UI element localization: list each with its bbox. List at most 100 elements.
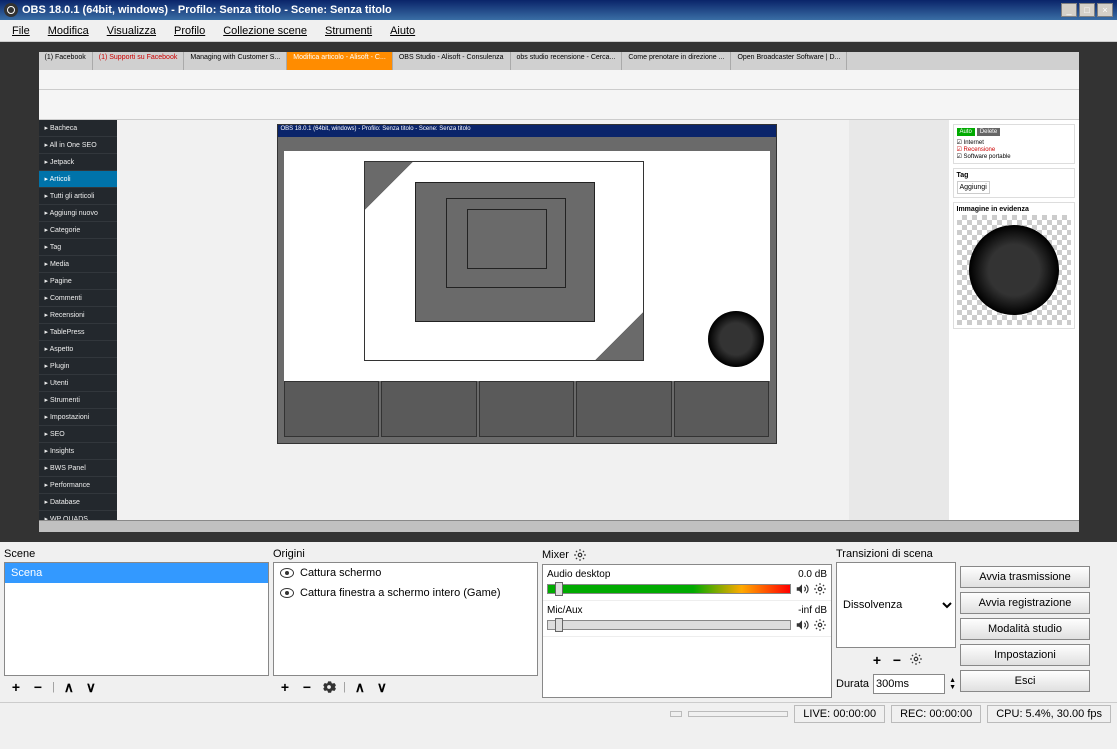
wp-sidebar-item: ▸ Articoli: [39, 171, 117, 188]
sources-panel: Origini Cattura schermo Cattura finestra…: [273, 546, 538, 698]
menu-tools[interactable]: Strumenti: [317, 23, 380, 39]
menu-view[interactable]: Visualizza: [99, 23, 164, 39]
visibility-icon[interactable]: [280, 588, 294, 598]
scene-down-button[interactable]: ∨: [83, 679, 99, 695]
gear-icon[interactable]: [813, 618, 827, 632]
transitions-panel: Transizioni di scena Dissolvenza + − Dur…: [836, 546, 956, 698]
menu-help[interactable]: Aiuto: [382, 23, 423, 39]
source-label: Cattura schermo: [300, 567, 381, 579]
channel-name: Audio desktop: [547, 569, 610, 580]
source-label: Cattura finestra a schermo intero (Game): [300, 587, 501, 599]
wp-sidebar-item: ▸ Database: [39, 494, 117, 511]
add-scene-button[interactable]: +: [8, 679, 24, 695]
source-settings-button[interactable]: [321, 679, 337, 695]
wp-sidebar-item: ▸ Utenti: [39, 375, 117, 392]
wp-sidebar-item: ▸ TablePress: [39, 324, 117, 341]
wp-sidebar-item: ▸ Strumenti: [39, 392, 117, 409]
scenes-panel: Scene Scena + − | ∧ ∨: [4, 546, 269, 698]
start-recording-button[interactable]: Avvia registrazione: [960, 592, 1090, 614]
source-up-button[interactable]: ∧: [352, 679, 368, 695]
wp-sidebar-item: ▸ Bacheca: [39, 120, 117, 137]
sources-header: Origini: [273, 546, 538, 562]
speaker-icon[interactable]: [795, 618, 809, 632]
wp-sidebar-item: ▸ All in One SEO: [39, 137, 117, 154]
visibility-icon[interactable]: [280, 568, 294, 578]
close-button[interactable]: ×: [1097, 3, 1113, 17]
wp-sidebar-item: ▸ Aggiungi nuovo: [39, 205, 117, 222]
statusbar: LIVE: 00:00:00 REC: 00:00:00 CPU: 5.4%, …: [0, 702, 1117, 724]
remove-scene-button[interactable]: −: [30, 679, 46, 695]
wp-sidebar-item: ▸ Tutti gli articoli: [39, 188, 117, 205]
menubar: File Modifica Visualizza Profilo Collezi…: [0, 20, 1117, 42]
scene-up-button[interactable]: ∧: [61, 679, 77, 695]
preview-capture[interactable]: (1) Facebook (1) Supporti su Facebook Ma…: [39, 52, 1079, 532]
wp-sidebar-item: ▸ Media: [39, 256, 117, 273]
source-item[interactable]: Cattura schermo: [274, 563, 537, 583]
spinner-up[interactable]: ▲: [949, 677, 956, 684]
maximize-button[interactable]: □: [1079, 3, 1095, 17]
menu-edit[interactable]: Modifica: [40, 23, 97, 39]
wp-sidebar-item: ▸ Pagine: [39, 273, 117, 290]
wp-sidebar-item: ▸ Insights: [39, 443, 117, 460]
duration-label: Durata: [836, 678, 869, 690]
volume-slider[interactable]: [547, 584, 791, 594]
nested-obs-window: OBS 18.0.1 (64bit, windows) - Profilo: S…: [277, 124, 777, 444]
exit-button[interactable]: Esci: [960, 670, 1090, 692]
obs-icon: [4, 3, 18, 17]
wp-sidebar-item: ▸ Plugin: [39, 358, 117, 375]
wp-sidebar-item: ▸ Commenti: [39, 290, 117, 307]
channel-level: 0.0 dB: [798, 569, 827, 580]
mixer-channel: Mic/Aux -inf dB: [543, 601, 831, 637]
transitions-header: Transizioni di scena: [836, 546, 956, 562]
source-item[interactable]: Cattura finestra a schermo intero (Game): [274, 583, 537, 603]
wp-sidebar-item: ▸ Performance: [39, 477, 117, 494]
bottom-panels: Scene Scena + − | ∧ ∨ Origini Cattura sc…: [0, 542, 1117, 702]
spinner-down[interactable]: ▼: [949, 684, 956, 691]
status-live: LIVE: 00:00:00: [794, 705, 885, 723]
wp-sidebar-item: ▸ Aspetto: [39, 341, 117, 358]
wordpress-right-sidebar: Auto Delete ☑ Internet ☑ Recensione ☑ So…: [949, 120, 1079, 520]
menu-profile[interactable]: Profilo: [166, 23, 213, 39]
scene-item[interactable]: Scena: [5, 563, 268, 583]
windows-taskbar: [39, 520, 1079, 532]
window-title: OBS 18.0.1 (64bit, windows) - Profilo: S…: [22, 4, 1061, 16]
scenes-header: Scene: [4, 546, 269, 562]
wp-sidebar-item: ▸ Categorie: [39, 222, 117, 239]
settings-button[interactable]: Impostazioni: [960, 644, 1090, 666]
wp-sidebar-item: ▸ SEO: [39, 426, 117, 443]
gear-icon[interactable]: [909, 652, 923, 666]
obs-logo-featured: [969, 225, 1059, 315]
menu-scenecollection[interactable]: Collezione scene: [215, 23, 315, 39]
gear-icon[interactable]: [813, 582, 827, 596]
transition-select[interactable]: Dissolvenza: [836, 562, 956, 648]
volume-slider[interactable]: [547, 620, 791, 630]
mixer-channel: Audio desktop 0.0 dB: [543, 565, 831, 601]
browser-toolbar: [39, 70, 1079, 90]
window-titlebar: OBS 18.0.1 (64bit, windows) - Profilo: S…: [0, 0, 1117, 20]
speaker-icon[interactable]: [795, 582, 809, 596]
browser-bookmarks: [39, 90, 1079, 120]
duration-input[interactable]: [873, 674, 945, 694]
menu-file[interactable]: File: [4, 23, 38, 39]
mixer-panel: Mixer Audio desktop 0.0 dB Mic/Aux -inf …: [542, 546, 832, 698]
obs-logo-small: [708, 311, 764, 367]
gear-icon[interactable]: [573, 548, 587, 562]
minimize-button[interactable]: _: [1061, 3, 1077, 17]
sources-list[interactable]: Cattura schermo Cattura finestra a scher…: [273, 562, 538, 676]
status-spacer: [670, 711, 682, 717]
remove-source-button[interactable]: −: [299, 679, 315, 695]
scenes-list[interactable]: Scena: [4, 562, 269, 676]
channel-level: -inf dB: [798, 605, 827, 616]
add-transition-button[interactable]: +: [869, 652, 885, 668]
status-rec: REC: 00:00:00: [891, 705, 981, 723]
remove-transition-button[interactable]: −: [889, 652, 905, 668]
channel-name: Mic/Aux: [547, 605, 583, 616]
source-down-button[interactable]: ∨: [374, 679, 390, 695]
studio-mode-button[interactable]: Modalità studio: [960, 618, 1090, 640]
add-source-button[interactable]: +: [277, 679, 293, 695]
wp-sidebar-item: ▸ Tag: [39, 239, 117, 256]
preview-area: (1) Facebook (1) Supporti su Facebook Ma…: [0, 42, 1117, 542]
wp-sidebar-item: ▸ Jetpack: [39, 154, 117, 171]
wordpress-sidebar: ▸ Bacheca▸ All in One SEO▸ Jetpack▸ Arti…: [39, 120, 117, 520]
start-streaming-button[interactable]: Avvia trasmissione: [960, 566, 1090, 588]
